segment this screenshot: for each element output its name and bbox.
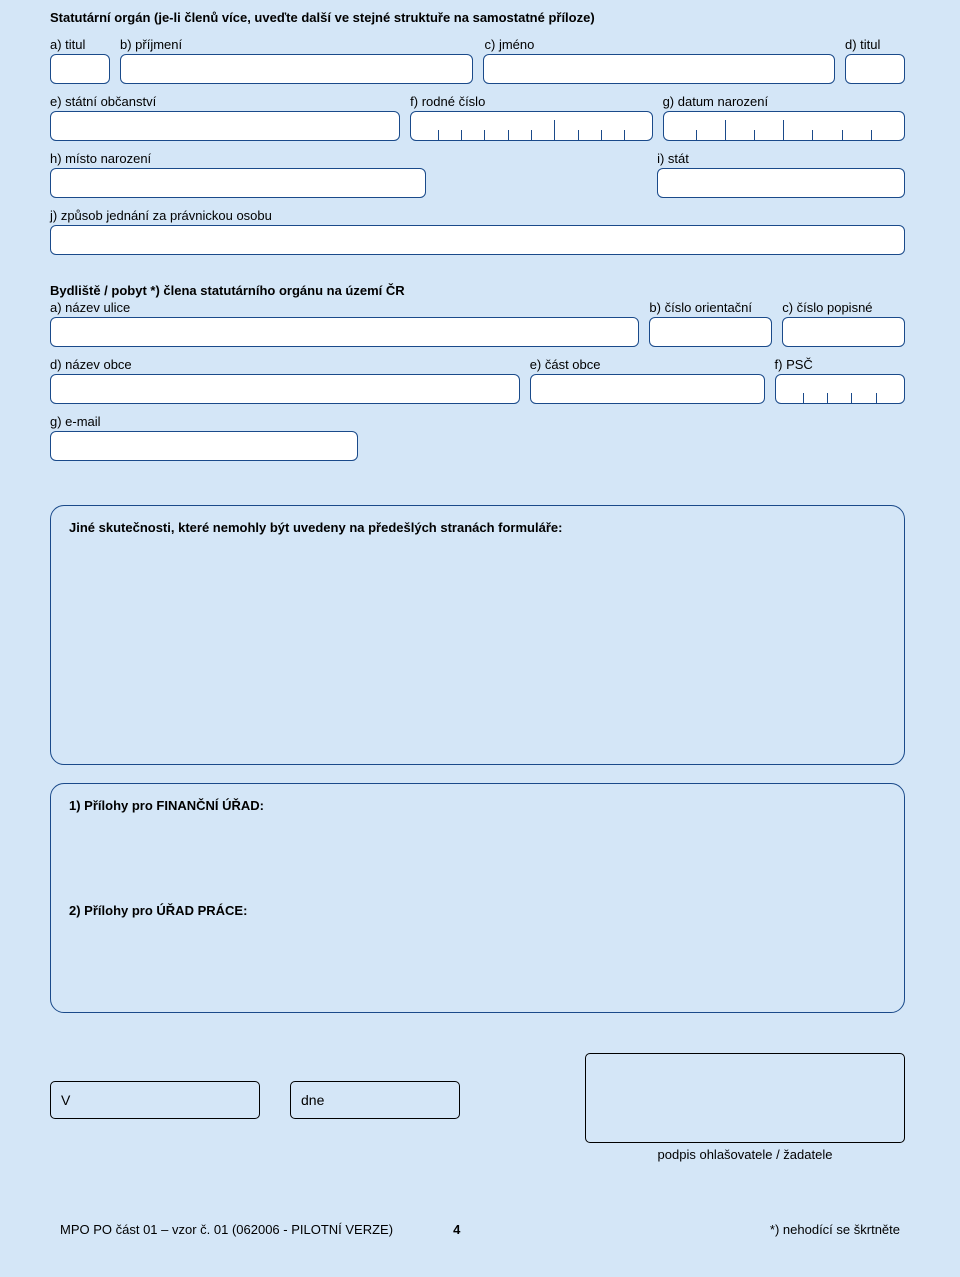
label-i-stat: i) stát — [657, 151, 905, 166]
prilohy-2: 2) Přílohy pro ÚŘAD PRÁCE: — [69, 903, 886, 918]
bydliste-title: Bydliště / pobyt *) člena statutárního o… — [50, 283, 905, 298]
label-c-jmeno: c) jméno — [485, 37, 836, 52]
input-c-popisne[interactable] — [782, 317, 905, 347]
input-j-zpusob[interactable] — [50, 225, 905, 255]
label-b-orient: b) číslo orientační — [649, 300, 772, 315]
sig-v-label: V — [61, 1092, 70, 1108]
footer-right: *) nehodící se škrtněte — [770, 1222, 900, 1237]
input-i-stat[interactable] — [657, 168, 905, 198]
label-b-prijmeni: b) příjmení — [120, 37, 473, 52]
sig-dne-label: dne — [301, 1092, 324, 1108]
input-e-obcanstvi[interactable] — [50, 111, 400, 141]
input-a-titul[interactable] — [50, 54, 110, 84]
sig-dne-field[interactable]: dne — [290, 1081, 460, 1119]
jine-box[interactable]: Jiné skutečnosti, které nemohly být uved… — [50, 505, 905, 765]
input-h-misto[interactable] — [50, 168, 426, 198]
input-d-obec[interactable] — [50, 374, 520, 404]
input-f-psc[interactable] — [775, 374, 905, 404]
input-e-cast[interactable] — [530, 374, 765, 404]
input-g-datum[interactable] — [663, 111, 905, 141]
label-e-obcanstvi: e) státní občanství — [50, 94, 400, 109]
label-d-titul: d) titul — [845, 37, 905, 52]
footer-left: MPO PO část 01 – vzor č. 01 (062006 - PI… — [60, 1222, 393, 1237]
signature-box[interactable] — [585, 1053, 905, 1143]
label-j-zpusob: j) způsob jednání za právnickou osobu — [50, 208, 905, 223]
input-g-email[interactable] — [50, 431, 358, 461]
prilohy-box[interactable]: 1) Přílohy pro FINANČNÍ ÚŘAD: 2) Přílohy… — [50, 783, 905, 1013]
input-a-ulice[interactable] — [50, 317, 639, 347]
input-c-jmeno[interactable] — [483, 54, 836, 84]
label-f-rodne: f) rodné číslo — [410, 94, 652, 109]
jine-title: Jiné skutečnosti, které nemohly být uved… — [69, 520, 886, 535]
label-d-obec: d) název obce — [50, 357, 520, 372]
label-a-titul: a) titul — [50, 37, 110, 52]
label-a-ulice: a) název ulice — [50, 300, 639, 315]
sig-v-field[interactable]: V — [50, 1081, 260, 1119]
label-e-cast: e) část obce — [530, 357, 765, 372]
label-f-psc: f) PSČ — [775, 357, 905, 372]
label-h-misto: h) místo narození — [50, 151, 426, 166]
footer-page: 4 — [453, 1222, 460, 1237]
signature-caption: podpis ohlašovatele / žadatele — [585, 1147, 905, 1162]
input-b-prijmeni[interactable] — [120, 54, 473, 84]
statutory-title: Statutární orgán (je-li členů více, uveď… — [50, 10, 905, 25]
label-g-email: g) e-mail — [50, 414, 358, 429]
label-g-datum: g) datum narození — [663, 94, 905, 109]
input-f-rodne[interactable] — [410, 111, 652, 141]
input-d-titul[interactable] — [845, 54, 905, 84]
prilohy-1: 1) Přílohy pro FINANČNÍ ÚŘAD: — [69, 798, 886, 813]
input-b-orient[interactable] — [649, 317, 772, 347]
label-c-popisne: c) číslo popisné — [782, 300, 905, 315]
